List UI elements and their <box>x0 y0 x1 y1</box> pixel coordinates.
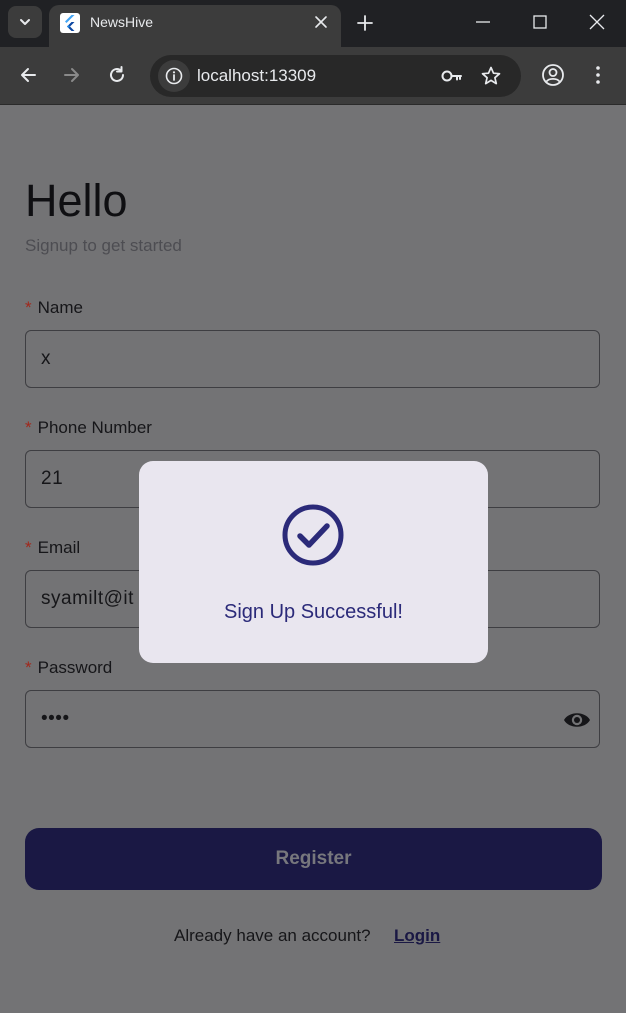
required-marker: * <box>25 418 32 437</box>
url-text[interactable]: localhost:13309 <box>197 66 316 86</box>
star-icon[interactable] <box>480 65 502 87</box>
minimize-icon[interactable] <box>474 13 492 31</box>
window-close-icon[interactable] <box>588 13 606 31</box>
browser-tab[interactable]: NewsHive <box>49 5 341 47</box>
maximize-icon[interactable] <box>531 13 549 31</box>
site-info-button[interactable] <box>158 60 190 92</box>
browser-tabstrip: NewsHive <box>0 0 626 47</box>
kebab-menu-icon[interactable] <box>588 63 608 87</box>
register-label: Register <box>275 848 352 869</box>
password-field[interactable]: •••• <box>25 690 600 748</box>
phone-label: * Phone Number <box>25 418 152 437</box>
name-field[interactable]: x <box>25 330 600 388</box>
tab-title: NewsHive <box>90 14 154 30</box>
required-marker: * <box>25 538 32 557</box>
browser-toolbar: localhost:13309 <box>0 47 626 105</box>
chevron-down-icon <box>20 19 30 25</box>
success-dialog[interactable]: Sign Up Successful! <box>139 461 488 663</box>
new-tab-icon[interactable] <box>354 12 376 34</box>
forward-arrow-icon[interactable] <box>61 64 83 86</box>
name-value: x <box>41 348 51 369</box>
page-title: Hello <box>25 175 128 226</box>
key-icon[interactable] <box>440 65 464 87</box>
login-link[interactable]: Login <box>394 926 440 946</box>
phone-value: 21 <box>41 468 64 489</box>
tab-search-button[interactable] <box>8 6 42 38</box>
eye-icon[interactable] <box>562 709 592 731</box>
password-label: * Password <box>25 658 113 677</box>
required-marker: * <box>25 658 32 677</box>
flutter-favicon-icon <box>60 13 80 33</box>
back-arrow-icon[interactable] <box>17 64 39 86</box>
required-marker: * <box>25 298 32 317</box>
profile-icon[interactable] <box>541 63 565 87</box>
reload-icon[interactable] <box>106 64 128 86</box>
email-value: syamilt@it <box>41 588 134 609</box>
page-subtitle: Signup to get started <box>25 236 182 255</box>
email-label: * Email <box>25 538 81 557</box>
info-icon <box>165 67 183 85</box>
close-icon[interactable] <box>313 14 329 30</box>
password-value: •••• <box>41 708 70 729</box>
check-circle-icon <box>282 504 344 566</box>
name-label: * Name <box>25 298 83 317</box>
address-bar[interactable]: localhost:13309 <box>150 55 521 97</box>
have-account-text: Already have an account? <box>174 926 371 945</box>
success-message: Sign Up Successful! <box>224 601 403 623</box>
register-button[interactable]: Register <box>25 828 602 890</box>
